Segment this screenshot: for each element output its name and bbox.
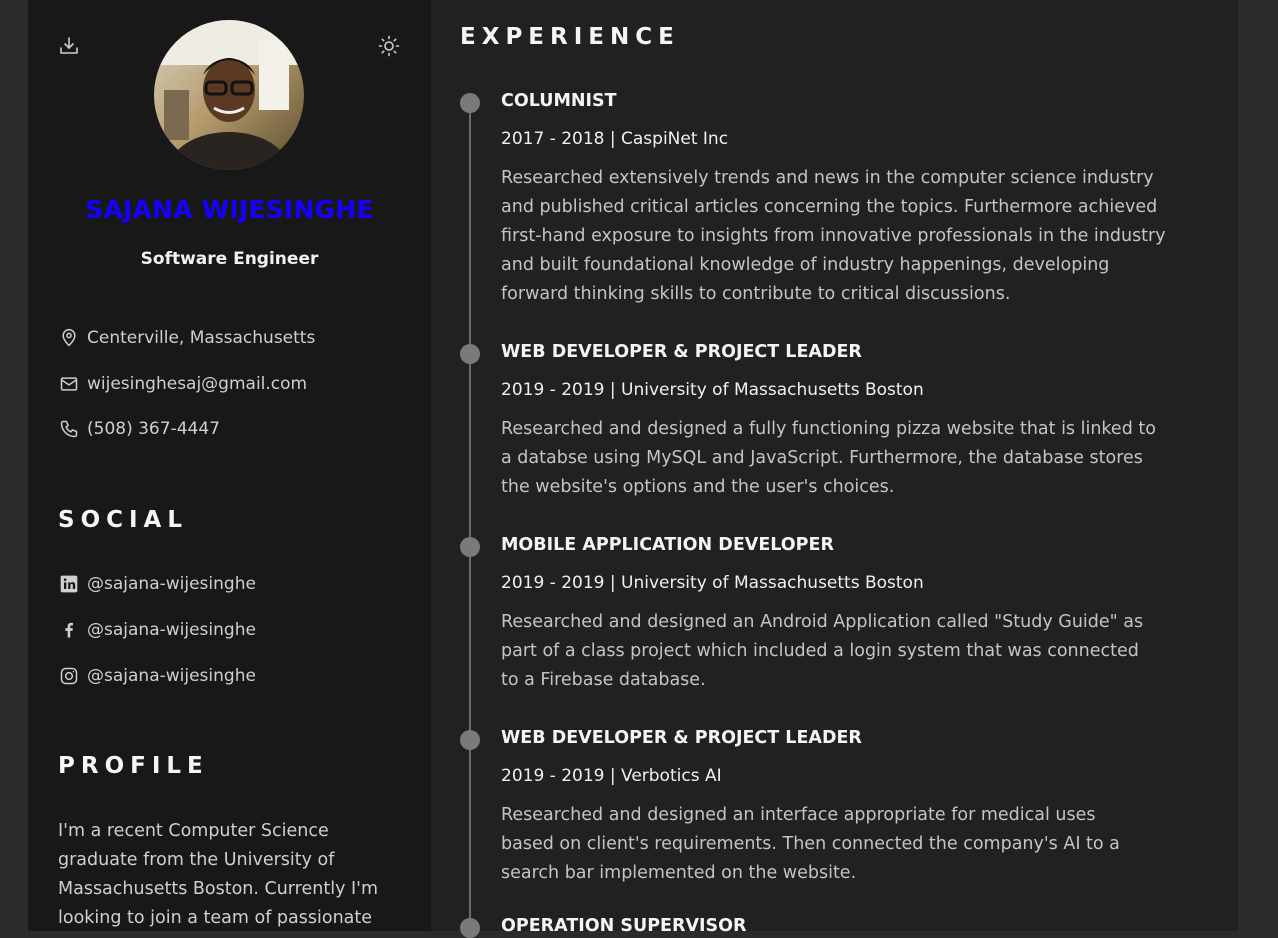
job-meta: 2017 - 2018 | CaspiNet Inc [501, 129, 729, 149]
profile-summary: I'm a recent Computer Science graduate f… [58, 817, 408, 933]
job-meta: 2019 - 2019 | University of Massachusett… [501, 573, 924, 593]
social-heading: SOCIAL [58, 507, 189, 533]
timeline-dot [460, 344, 480, 364]
job-description-line: and built foundational knowledge of indu… [501, 255, 1110, 275]
job-description-line: based on client's requirements. Then con… [501, 834, 1120, 854]
job-meta: 2019 - 2019 | Verbotics AI [501, 766, 722, 786]
job-description-line: a databse using MySQL and JavaScript. Fu… [501, 448, 1143, 468]
linkedin-icon [58, 573, 80, 595]
phone-icon [58, 418, 80, 440]
timeline-dot [460, 537, 480, 557]
job-title: MOBILE APPLICATION DEVELOPER [501, 535, 834, 555]
timeline-line [469, 104, 471, 934]
contact-location: Centerville, Massachusetts [58, 325, 315, 351]
job-description-line: forward thinking skills to contribute to… [501, 284, 1011, 304]
job-title: COLUMNIST [501, 91, 617, 111]
job-description-line: search bar implemented on the website. [501, 863, 857, 883]
job-description-line: part of a class project which included a… [501, 641, 1139, 661]
profile-line: graduate from the University of [58, 850, 335, 870]
email-link[interactable]: wijesinghesaj@gmail.com [87, 374, 307, 394]
mail-icon [58, 373, 80, 395]
location-text: Centerville, Massachusetts [87, 328, 316, 348]
job-description: Researched and designed a fully function… [501, 415, 1213, 502]
experience-heading: EXPERIENCE [460, 24, 680, 50]
download-icon[interactable] [57, 34, 81, 58]
sun-icon[interactable] [377, 34, 401, 58]
job-meta: 2019 - 2019 | University of Massachusett… [501, 380, 924, 400]
job-description-line: Researched extensively trends and news i… [501, 168, 1154, 188]
profile-heading: PROFILE [58, 753, 209, 779]
social-linkedin[interactable]: @sajana-wijesinghe [58, 571, 256, 597]
job-description-line: first-hand exposure to insights from inn… [501, 226, 1166, 246]
job-description-line: to a Firebase database. [501, 670, 706, 690]
job-description-line: Researched and designed an Android Appli… [501, 612, 1144, 632]
social-facebook[interactable]: @sajana-wijesinghe [58, 617, 256, 643]
instagram-icon [58, 665, 80, 687]
map-pin-icon [58, 327, 80, 349]
contact-email[interactable]: wijesinghesaj@gmail.com [58, 371, 307, 397]
linkedin-handle[interactable]: @sajana-wijesinghe [87, 574, 256, 594]
profile-line: Massachusetts Boston. Currently I'm [58, 879, 379, 899]
job-description-line: and published critical articles concerni… [501, 197, 1158, 217]
timeline-dot [460, 730, 480, 750]
facebook-handle[interactable]: @sajana-wijesinghe [87, 620, 256, 640]
phone-link[interactable]: (508) 367-4447 [87, 419, 220, 439]
job-description: Researched extensively trends and news i… [501, 164, 1213, 309]
job-description-line: the website's options and the user's cho… [501, 477, 895, 497]
avatar [154, 20, 304, 170]
job-title: WEB DEVELOPER & PROJECT LEADER [501, 342, 862, 362]
facebook-icon [58, 619, 80, 641]
job-title: OPERATION SUPERVISOR [501, 916, 747, 936]
job-description-line: Researched and designed an interface app… [501, 805, 1096, 825]
profile-line: I'm a recent Computer Science [58, 821, 329, 841]
profile-line: looking to join a team of passionate [58, 908, 373, 928]
profile-title: Software Engineer [140, 249, 319, 269]
job-description: Researched and designed an Android Appli… [501, 608, 1213, 695]
contact-phone[interactable]: (508) 367-4447 [58, 416, 220, 442]
timeline-dot [460, 918, 480, 938]
profile-name: SAJANA WIJESINGHE [85, 195, 374, 224]
social-instagram[interactable]: @sajana-wijesinghe [58, 663, 256, 689]
job-title: WEB DEVELOPER & PROJECT LEADER [501, 728, 862, 748]
timeline-dot [460, 93, 480, 113]
job-description-line: Researched and designed a fully function… [501, 419, 1156, 439]
instagram-handle[interactable]: @sajana-wijesinghe [87, 666, 256, 686]
job-description: Researched and designed an interface app… [501, 801, 1213, 888]
